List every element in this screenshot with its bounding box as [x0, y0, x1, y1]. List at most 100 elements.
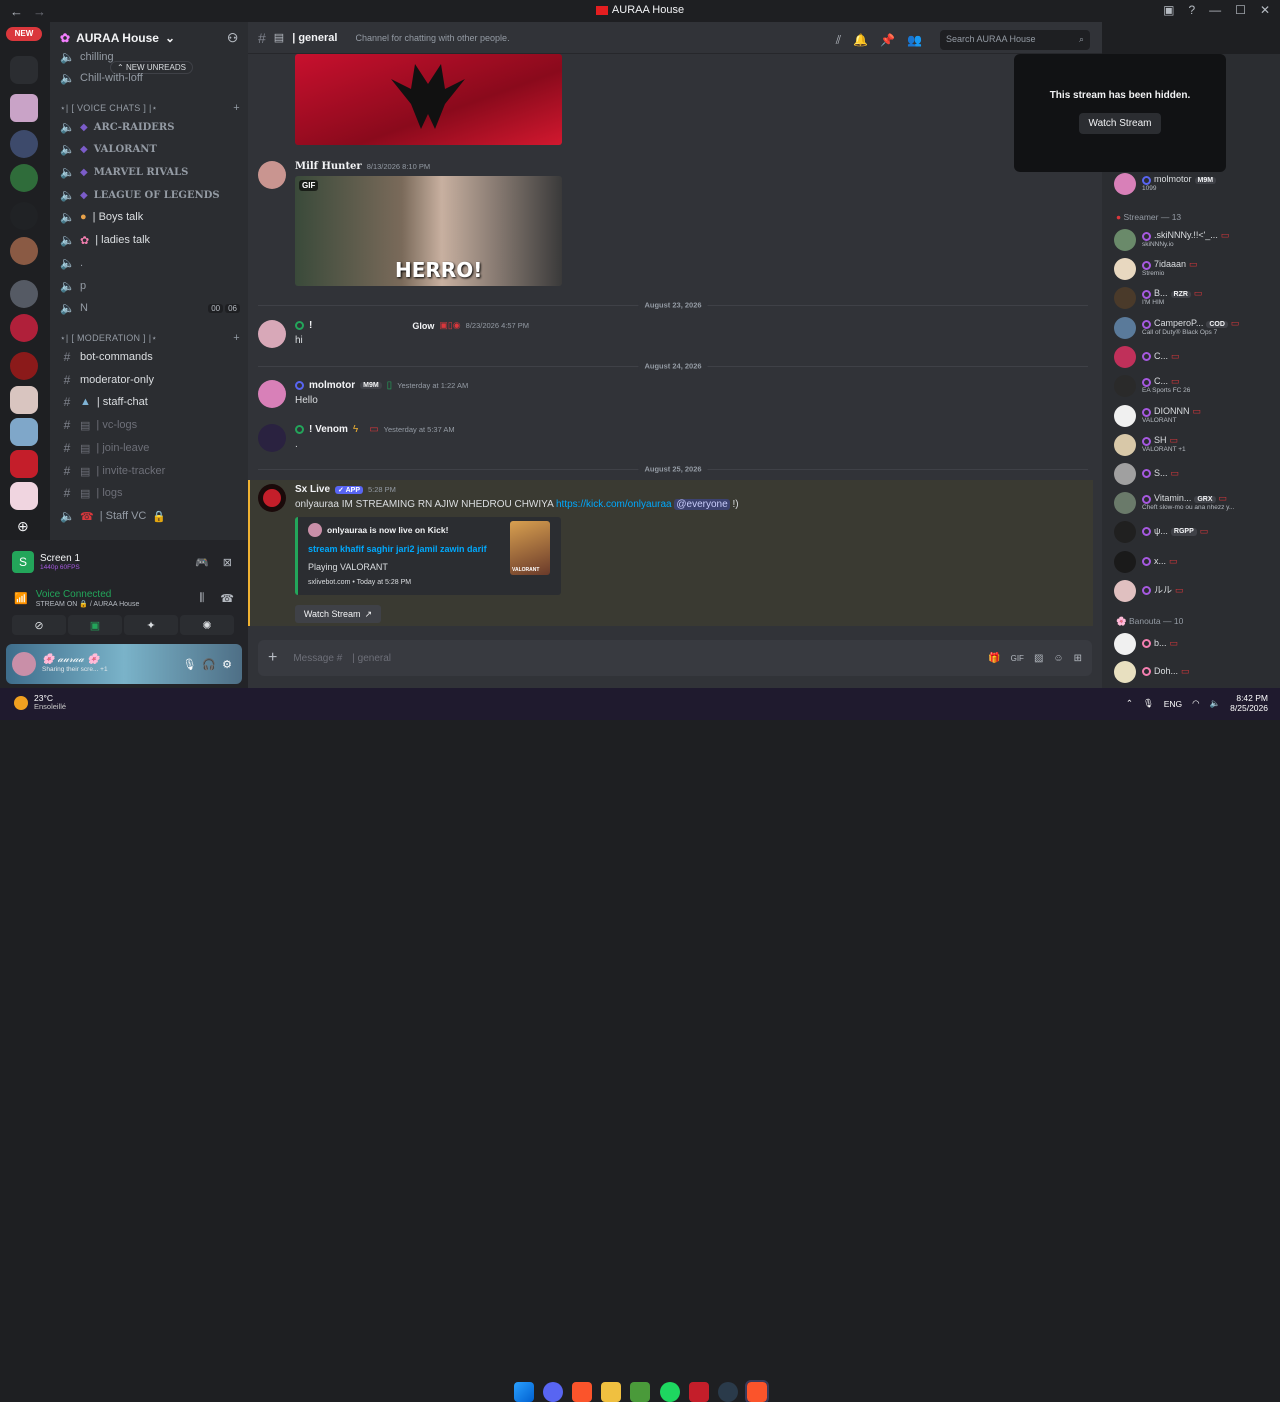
server-icon-active[interactable] — [10, 482, 38, 510]
avatar[interactable] — [12, 652, 36, 676]
channel-text[interactable]: # ▤ | vc-logs — [58, 415, 240, 435]
emoji-icon[interactable]: ☺ — [1053, 653, 1063, 664]
add-member-icon[interactable]: ⚇ — [227, 31, 238, 45]
camera-off-button[interactable]: ⊘ — [12, 615, 66, 635]
spotify-icon[interactable] — [660, 1382, 680, 1402]
steam-icon[interactable] — [718, 1382, 738, 1402]
maximize-icon[interactable]: ☐ — [1235, 3, 1246, 17]
server-icon[interactable] — [10, 164, 38, 192]
stream-link[interactable]: https://kick.com/onlyauraa — [556, 499, 672, 510]
member-row[interactable]: Doh... ▭ — [1114, 660, 1278, 684]
server-icon[interactable] — [10, 280, 38, 308]
member-list-icon[interactable]: 👥 — [907, 33, 922, 47]
server-icon[interactable] — [10, 450, 38, 478]
channel-voice[interactable]: 🔈. — [58, 253, 240, 273]
back-arrow-icon[interactable]: ← — [10, 4, 23, 19]
server-icon[interactable] — [10, 352, 38, 380]
sticker-icon[interactable]: ▨ — [1034, 653, 1043, 664]
file-explorer-icon[interactable] — [601, 1382, 621, 1402]
tray-chevron-icon[interactable]: ⌃ — [1126, 698, 1133, 709]
member-row[interactable]: b... ▭ — [1114, 632, 1278, 656]
author-name[interactable]: ! Venom — [309, 424, 348, 435]
member-row[interactable]: .skiNNNy.!!<'_... ▭ skiNNNy.io — [1114, 228, 1278, 252]
discord-icon[interactable] — [543, 1382, 563, 1402]
screen-share-button[interactable]: ▣ — [68, 615, 122, 635]
forward-arrow-icon[interactable]: → — [33, 4, 46, 19]
watch-stream-button[interactable]: Watch Stream ↗ — [295, 605, 381, 623]
language[interactable]: ENG — [1164, 699, 1182, 709]
inbox-icon[interactable]: ▣ — [1163, 3, 1174, 17]
member-row[interactable]: ルル ▭ — [1114, 579, 1278, 603]
flag-image[interactable] — [295, 54, 562, 145]
channel-text[interactable]: # ▤ | join-leave — [58, 438, 240, 458]
headphone-icon[interactable]: 🎧 — [202, 658, 216, 671]
server-icon[interactable] — [10, 418, 38, 446]
add-attachment-icon[interactable]: + — [268, 649, 277, 667]
activities-button[interactable]: ✦ — [124, 615, 178, 635]
voice-detail[interactable]: STREAM ON 🔒 / AURAA House — [36, 600, 140, 608]
server-icon[interactable] — [10, 56, 38, 84]
channel-voice[interactable]: 🔈 Chill-with-loff — [58, 68, 240, 88]
minimize-icon[interactable]: — — [1209, 3, 1221, 17]
member-row[interactable]: C... ▭ — [1114, 345, 1278, 369]
member-row[interactable]: molmotor M9M 1099 — [1114, 172, 1278, 196]
server-icon[interactable] — [10, 237, 38, 265]
avatar[interactable] — [258, 484, 286, 512]
soundboard-button[interactable]: ✺ — [180, 615, 234, 635]
category-voice-chats[interactable]: ⋆| [ VOICE CHATS ] |⋆ + — [58, 98, 240, 118]
channel-voice[interactable]: 🔈 chilling — [58, 47, 240, 67]
embed-thumbnail[interactable]: VALORANT — [510, 521, 550, 575]
message-input[interactable]: + Message # | general 🎁 GIF ▨ ☺ ⊞ — [258, 640, 1092, 676]
channel-voice[interactable]: 🔈 N 00 06 — [58, 298, 240, 318]
start-icon[interactable] — [514, 1382, 534, 1402]
gif-icon[interactable]: GIF — [1011, 654, 1024, 663]
channel-voice[interactable]: 🔈 ☎ | Staff VC 🔒 — [58, 506, 240, 526]
close-icon[interactable]: ✕ — [1260, 3, 1270, 17]
bell-icon[interactable]: 🔔 — [853, 33, 868, 47]
mic-icon[interactable]: 🎙 — [182, 658, 196, 671]
gif-embed[interactable]: GIF HERRO! — [295, 176, 562, 286]
stream-preview[interactable]: S Screen 1 1440p 60FPS 🎮 ⊠ — [12, 548, 238, 576]
channel-text[interactable]: # bot-commands — [58, 347, 240, 367]
voice-connected-label[interactable]: Voice Connected — [36, 589, 140, 600]
server-icon[interactable] — [10, 130, 38, 158]
avatar[interactable] — [258, 161, 286, 189]
member-row[interactable]: CamperoP... COD ▭ Call of Duty® Black Ops 7 — [1114, 316, 1278, 340]
apps-icon[interactable]: ⊞ — [1074, 653, 1082, 664]
search-input[interactable]: Search AURAA House ⌕ — [940, 30, 1090, 50]
threads-icon[interactable]: ⫽ — [836, 33, 841, 48]
category-moderation[interactable]: ⋆| [ MODERATION ] |⋆ + — [58, 328, 240, 348]
brave-icon[interactable] — [572, 1382, 592, 1402]
avatar[interactable] — [258, 320, 286, 348]
channel-text[interactable]: # ▤ | logs — [58, 483, 240, 503]
member-row[interactable]: C... ▭ EA Sports FC 26 — [1114, 374, 1278, 398]
stop-stream-icon[interactable]: ⊠ — [223, 556, 232, 569]
gamepad-icon[interactable]: 🎮 — [195, 556, 209, 569]
member-row[interactable]: B... RZR ▭ I'M HIM — [1114, 286, 1278, 310]
channel-voice[interactable]: 🔈 ✿ | ladies talk — [58, 230, 240, 250]
clock-date[interactable]: 8/25/2026 — [1230, 703, 1268, 714]
channel-voice[interactable]: 🔈 ◆ MARVEL RIVALS — [58, 162, 240, 182]
wifi-icon[interactable]: ◠ — [1192, 698, 1199, 709]
mic-icon[interactable]: 🎙 — [1143, 698, 1154, 709]
embed-title[interactable]: stream khafif saghir jari2 jamil zawin d… — [308, 544, 487, 554]
new-badge[interactable]: NEW — [6, 27, 42, 41]
member-row[interactable]: x... ▭ — [1114, 550, 1278, 574]
add-server-icon[interactable]: ⊕ — [17, 518, 29, 535]
red-app-icon[interactable] — [689, 1382, 709, 1402]
pin-icon[interactable]: 📌 — [880, 33, 895, 47]
avatar[interactable] — [258, 380, 286, 408]
avatar[interactable] — [258, 424, 286, 452]
disconnect-icon[interactable]: ☎ — [220, 592, 234, 605]
channel-voice[interactable]: 🔈 p — [58, 276, 240, 296]
weather-widget[interactable]: 23°C Ensoleillé — [14, 693, 66, 712]
server-icon[interactable] — [10, 386, 38, 414]
channel-voice[interactable]: 🔈 ◆ LEAGUE OF LEGENDS — [58, 185, 240, 205]
green-app-icon[interactable] — [630, 1382, 650, 1402]
channel-text[interactable]: # ▲ | staff-chat — [58, 392, 240, 412]
watch-stream-button[interactable]: Watch Stream — [1078, 113, 1162, 134]
author-name[interactable]: molmotor — [309, 380, 355, 391]
author-name[interactable]: Sx Live — [295, 484, 330, 495]
channel-voice[interactable]: 🔈 ◆ ARC-RAIDERS — [58, 117, 240, 137]
channel-text[interactable]: # moderator-only — [58, 370, 240, 390]
